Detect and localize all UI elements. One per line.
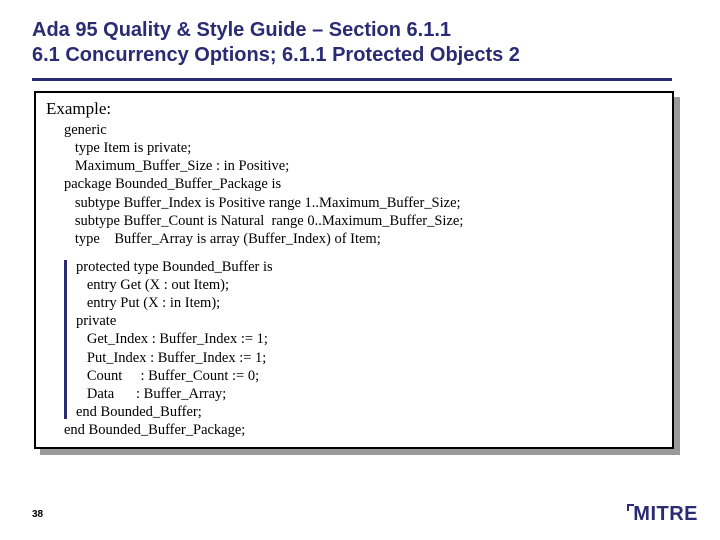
logo-corner-icon [627, 504, 634, 511]
code-block-protected-wrap: protected type Bounded_Buffer is entry G… [64, 258, 662, 421]
code-block-generic: generic type Item is private; Maximum_Bu… [64, 121, 662, 248]
code-block-protected: protected type Bounded_Buffer is entry G… [76, 258, 662, 421]
title-line-2: 6.1 Concurrency Options; 6.1.1 Protected… [32, 43, 688, 68]
change-bar [64, 260, 67, 419]
slide-container: Ada 95 Quality & Style Guide – Section 6… [0, 0, 720, 449]
title-underline [32, 78, 672, 81]
example-label: Example: [46, 99, 662, 119]
page-number: 38 [32, 509, 43, 520]
logo-text: MITRE [633, 503, 698, 525]
example-box-wrap: Example: generic type Item is private; M… [34, 91, 674, 449]
title-line-1: Ada 95 Quality & Style Guide – Section 6… [32, 18, 688, 43]
code-block-end: end Bounded_Buffer_Package; [64, 421, 662, 439]
example-box: Example: generic type Item is private; M… [34, 91, 674, 449]
mitre-logo: MITRE [633, 503, 698, 526]
